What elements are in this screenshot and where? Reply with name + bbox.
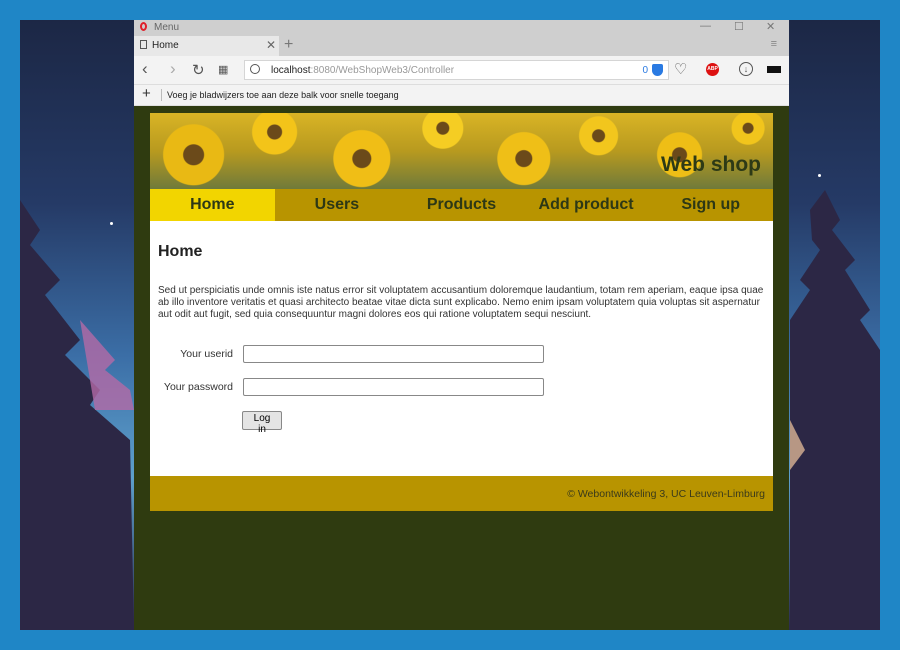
password-input[interactable] <box>243 378 544 396</box>
password-label: Your password <box>163 381 233 393</box>
battery-icon[interactable] <box>767 66 781 73</box>
bookmarks-hint: Voeg je bladwijzers toe aan deze balk vo… <box>167 90 399 100</box>
new-tab-icon[interactable]: + <box>284 36 293 54</box>
adblock-icon[interactable]: ABP <box>706 63 719 76</box>
password-row: Your password <box>150 378 773 398</box>
nav-home[interactable]: Home <box>150 189 275 221</box>
nav-sign-up[interactable]: Sign up <box>648 189 773 221</box>
userid-row: Your userid <box>150 345 773 365</box>
page-viewport: Web shop Home Users Products Add product… <box>134 106 789 630</box>
main-nav: Home Users Products Add product Sign up <box>150 189 773 221</box>
reload-icon[interactable]: ↻ <box>192 61 205 79</box>
nav-users[interactable]: Users <box>275 189 400 221</box>
title-bar: Menu — ☐ ✕ <box>134 20 789 36</box>
heart-icon[interactable]: ♡ <box>674 60 687 78</box>
nav-add-product[interactable]: Add product <box>524 189 649 221</box>
site-title: Web shop <box>661 153 761 176</box>
address-bar: ‹ › ↻ ▦ localhost:8080/WebShopWeb3/Contr… <box>134 56 789 85</box>
forward-icon[interactable]: › <box>170 59 176 79</box>
page-title: Home <box>158 243 203 260</box>
tab-bar: Home ✕ + ≡ <box>134 36 789 56</box>
download-icon[interactable]: ↓ <box>739 62 753 76</box>
shield-icon[interactable] <box>652 64 663 76</box>
webshop-page: Web shop Home Users Products Add product… <box>150 113 773 511</box>
back-icon[interactable]: ‹ <box>142 59 148 79</box>
url-input[interactable]: localhost:8080/WebShopWeb3/Controller 0 <box>244 60 669 80</box>
blocked-count: 0 <box>642 65 648 76</box>
footer-text: © Webontwikkeling 3, UC Leuven-Limburg <box>567 488 765 500</box>
minimize-icon[interactable]: — <box>700 20 711 32</box>
speed-dial-icon[interactable]: ▦ <box>218 63 228 76</box>
intro-text: Sed ut perspiciatis unde omnis iste natu… <box>158 285 764 320</box>
userid-input[interactable] <box>243 345 544 363</box>
divider <box>161 89 162 101</box>
opera-logo-icon[interactable] <box>140 22 147 31</box>
login-button[interactable]: Log in <box>242 411 282 435</box>
nav-products[interactable]: Products <box>399 189 524 221</box>
add-bookmark-icon[interactable]: + <box>142 85 151 102</box>
close-window-icon[interactable]: ✕ <box>766 20 775 33</box>
main-content: Home Sed ut perspiciatis unde omnis iste… <box>150 221 773 476</box>
document-icon <box>140 40 147 49</box>
tab-title: Home <box>152 40 179 51</box>
tab-home[interactable]: Home ✕ <box>134 36 279 56</box>
bookmarks-bar: + Voeg je bladwijzers toe aan deze balk … <box>134 85 789 106</box>
maximize-icon[interactable]: ☐ <box>734 20 744 33</box>
menu-button[interactable]: Menu <box>154 22 179 33</box>
tab-menu-icon[interactable]: ≡ <box>771 38 777 50</box>
close-tab-icon[interactable]: ✕ <box>266 38 276 52</box>
sunflower-banner: Web shop <box>150 113 773 189</box>
userid-label: Your userid <box>180 348 233 360</box>
footer: © Webontwikkeling 3, UC Leuven-Limburg <box>150 476 773 511</box>
browser-window: Menu — ☐ ✕ Home ✕ + ≡ ‹ › ↻ ▦ localhost:… <box>134 20 789 630</box>
globe-icon <box>250 64 260 74</box>
url-text: localhost:8080/WebShopWeb3/Controller <box>271 65 455 76</box>
